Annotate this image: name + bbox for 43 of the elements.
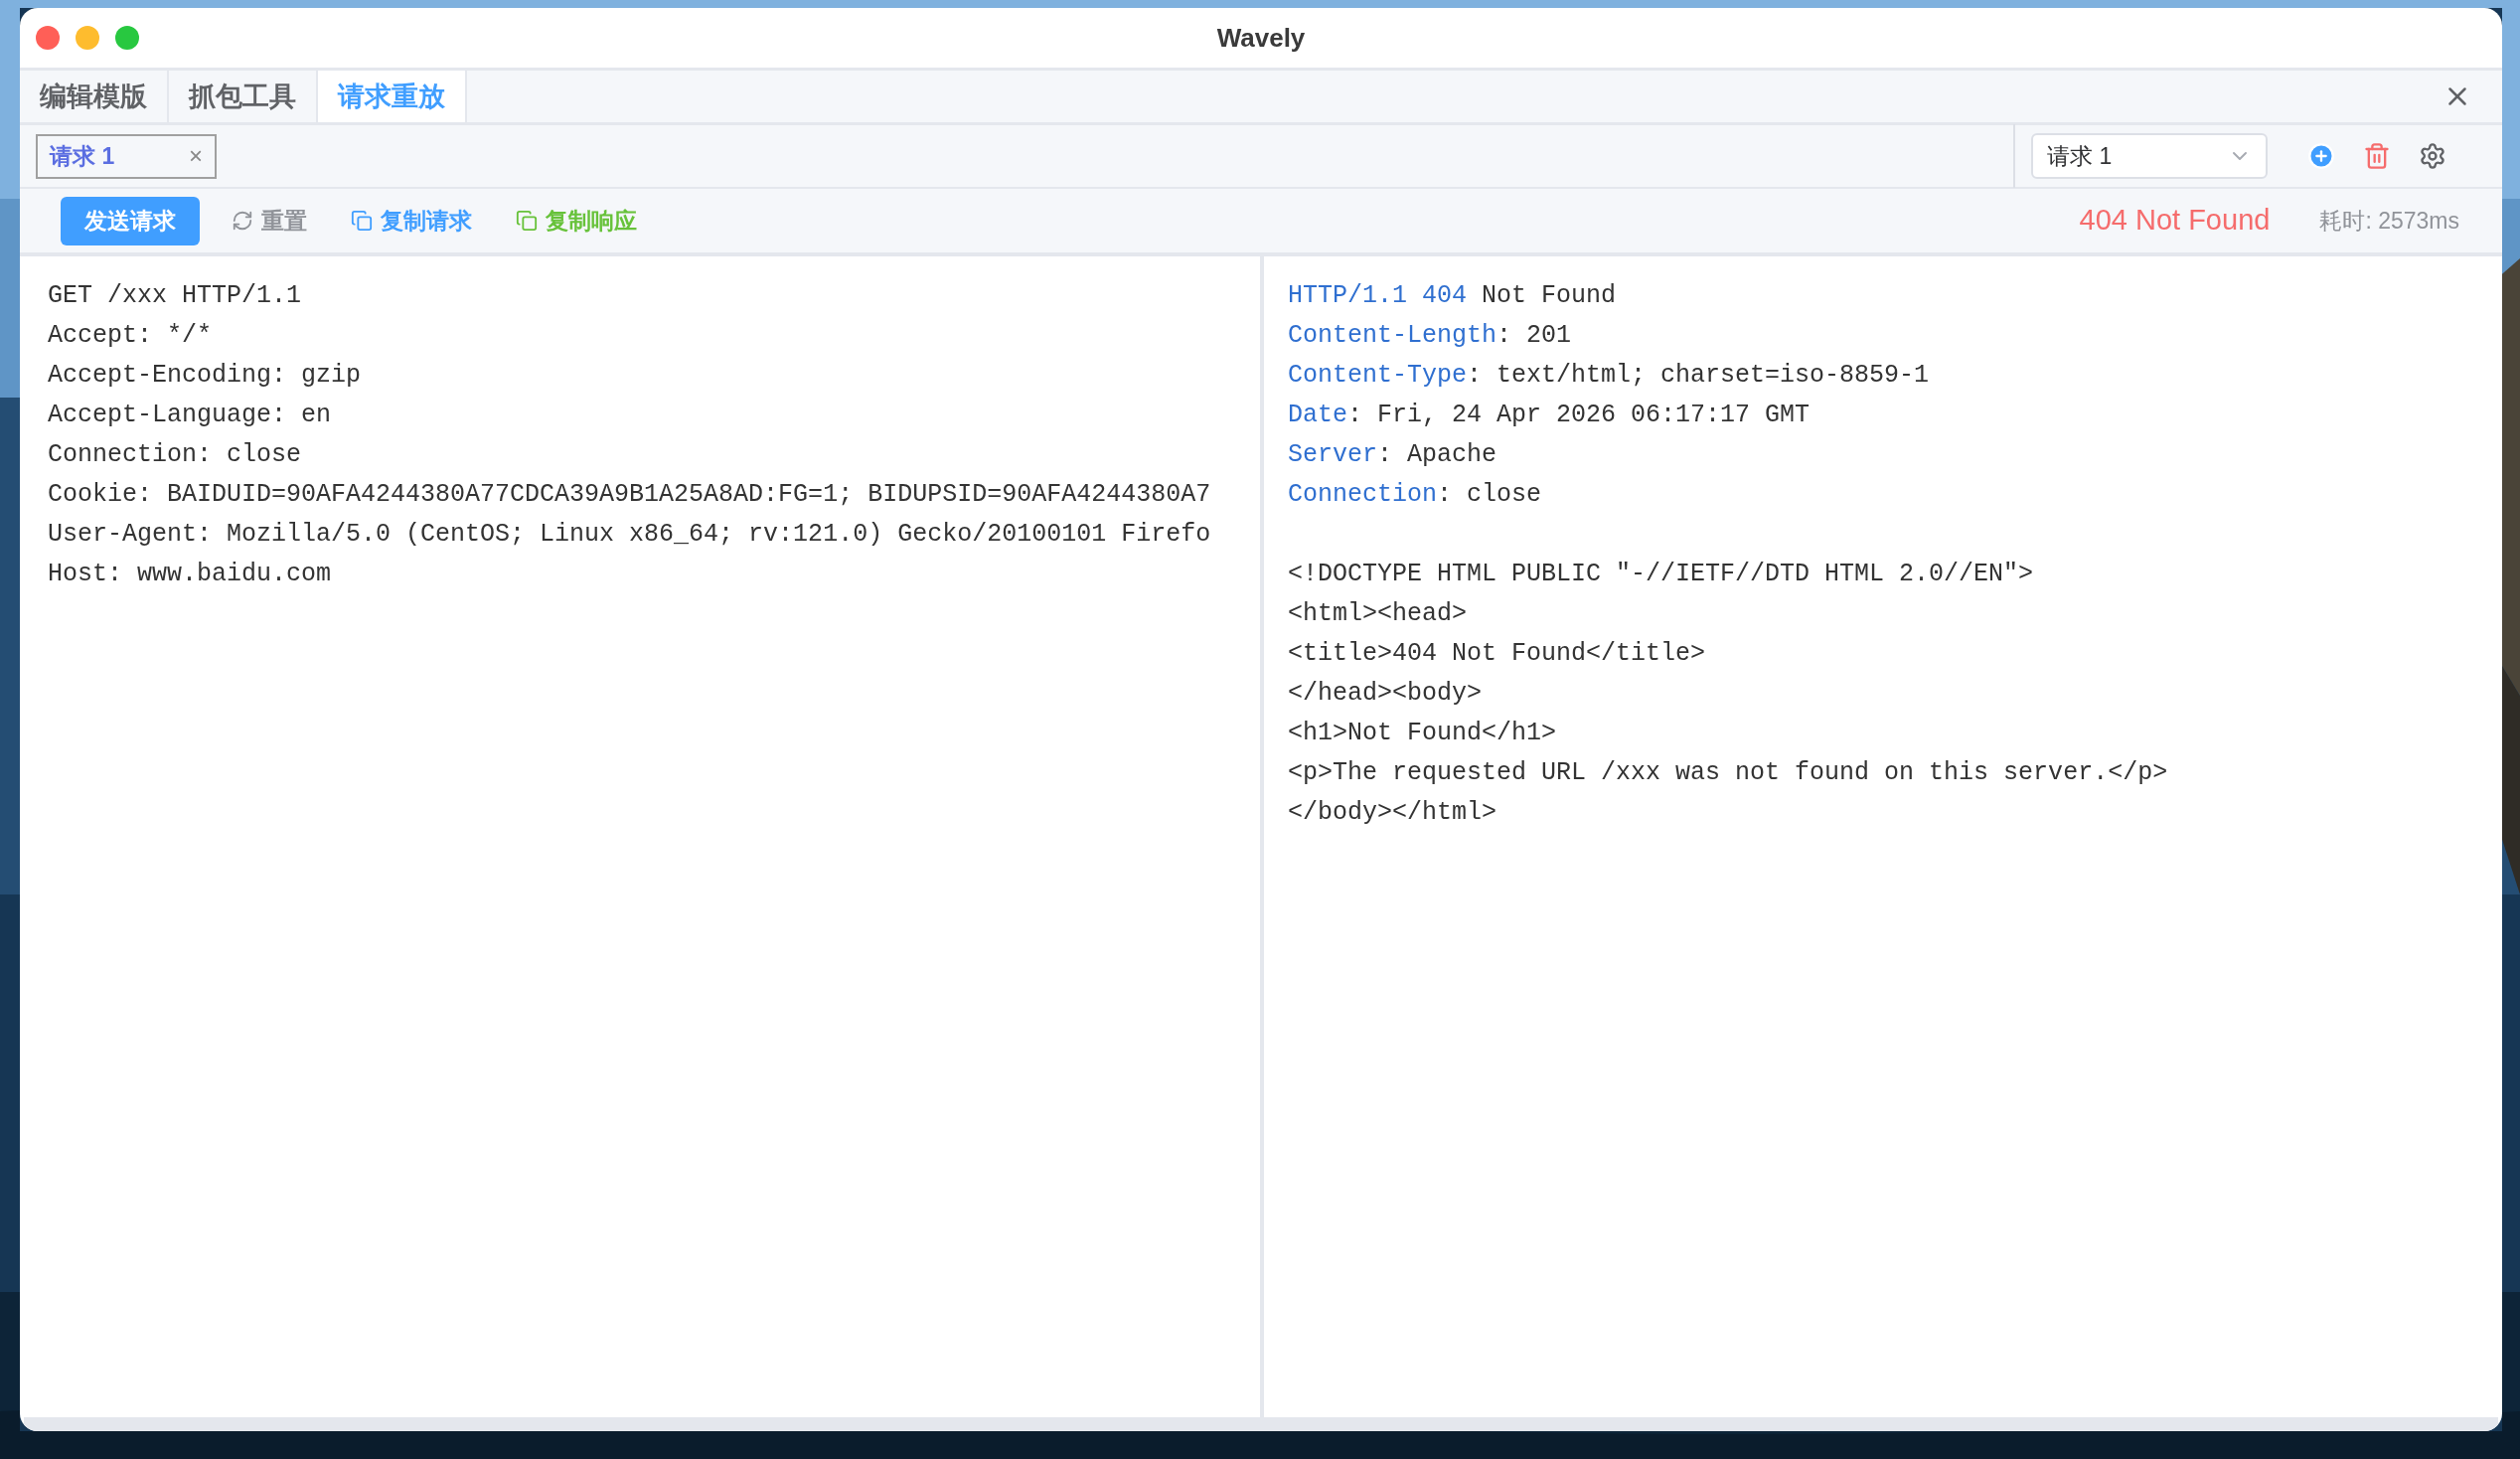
elapsed-time: 耗时: 2573ms [2319, 206, 2459, 236]
status-text: 404 Not Found [2079, 203, 2271, 239]
reset-button[interactable]: 重置 [220, 196, 319, 245]
header-line: Content-Length: 201 [1288, 320, 1572, 352]
request-line: Accept-Language: en [48, 400, 332, 431]
request-line: Connection: close [48, 439, 302, 471]
zoom-window-button[interactable] [115, 26, 139, 50]
minimize-window-button[interactable] [76, 26, 99, 50]
add-icon[interactable] [2307, 142, 2335, 170]
request-line: Cookie: BAIDUID=90AFA4244380A77CDCA39A9B1A25A8AD:FG=1; BIDUPSID=90AFA4244380A7 [48, 479, 1211, 511]
refresh-icon [232, 210, 253, 232]
close-window-button[interactable] [36, 26, 60, 50]
copy-request-button[interactable]: 复制请求 [339, 196, 484, 245]
status-line: HTTP/1.1 404 Not Found [1288, 280, 1617, 312]
body-line: </head><body> [1288, 678, 1483, 710]
body-line: <p>The requested URL /xxx was not found on this server.</p> [1288, 757, 2168, 789]
trash-icon[interactable] [2363, 142, 2391, 170]
header-line: Content-Type: text/html; charset=iso-8859-1 [1288, 360, 1930, 392]
settings-icon[interactable] [2419, 142, 2446, 170]
request-line: User-Agent: Mozilla/5.0 (CentOS; Linux x86_64; rv:121.0) Gecko/20100101 Firefo [48, 519, 1211, 551]
tab-close-button[interactable]: × [189, 138, 203, 174]
window-title: Wavely [1216, 21, 1306, 55]
request-line: Accept: */* [48, 320, 213, 352]
request-line: Accept-Encoding: gzip [48, 360, 362, 392]
tab[interactable]: 请求重放 [318, 71, 467, 122]
send-button[interactable]: 发送请求 [61, 196, 200, 245]
body-line: <html><head> [1288, 598, 1468, 630]
body-line: <!DOCTYPE HTML PUBLIC "-//IETF//DTD HTML 2.0//EN"> [1288, 559, 2034, 590]
request-line: Host: www.baidu.com [48, 559, 332, 590]
header-line: Server: Apache [1288, 439, 1497, 471]
request-tab[interactable]: 请求 1 × [36, 133, 217, 179]
request-tab-label: 请求 1 [50, 141, 115, 171]
body-line: </body></html> [1288, 797, 1497, 829]
body-line: <title>404 Not Found</title> [1288, 638, 1706, 670]
body-line: <h1>Not Found</h1> [1288, 718, 1557, 749]
copy-icon [516, 210, 538, 232]
tab[interactable]: 编辑模版 [20, 71, 169, 122]
copy-response-button[interactable]: 复制响应 [504, 196, 649, 245]
copy-icon [351, 210, 373, 232]
header-line: Connection: close [1288, 479, 1542, 511]
request-select[interactable]: 请求 1 [2031, 133, 2268, 179]
header-line: Date: Fri, 24 Apr 2026 06:17:17 GMT [1288, 400, 1811, 431]
request-line: GET /xxx HTTP/1.1 [48, 280, 302, 312]
